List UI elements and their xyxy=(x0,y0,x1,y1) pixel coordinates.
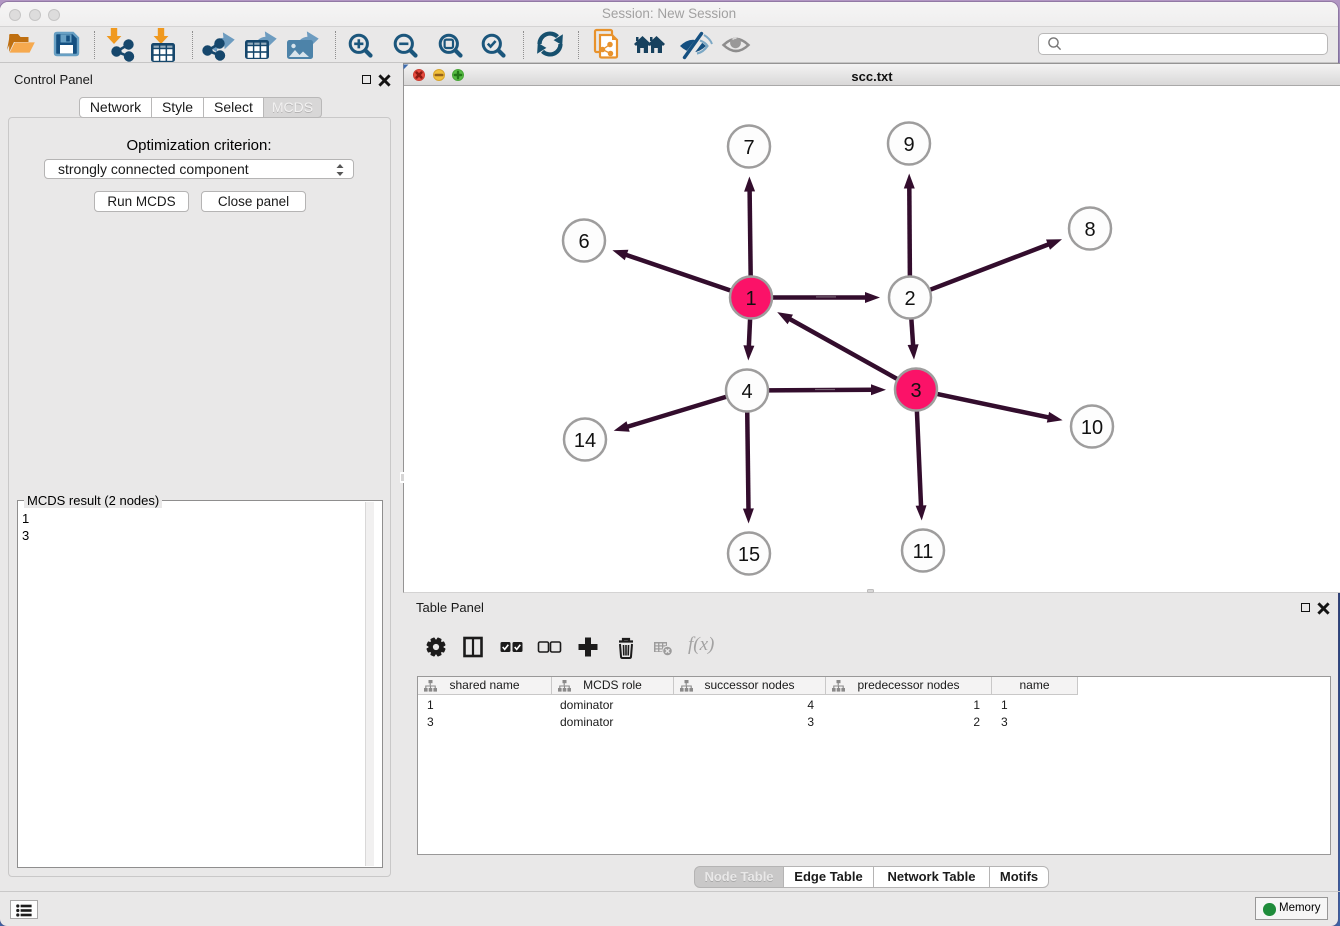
svg-text:6: 6 xyxy=(578,231,589,253)
svg-text:8: 8 xyxy=(1084,219,1095,241)
svg-text:2: 2 xyxy=(904,288,915,310)
svg-text:1: 1 xyxy=(745,288,756,310)
svg-text:11: 11 xyxy=(913,541,934,563)
svg-text:3: 3 xyxy=(910,380,921,402)
svg-text:14: 14 xyxy=(574,430,596,452)
svg-text:4: 4 xyxy=(741,381,752,403)
svg-text:10: 10 xyxy=(1081,417,1103,439)
svg-text:9: 9 xyxy=(903,134,914,156)
svg-text:15: 15 xyxy=(738,544,760,566)
svg-text:7: 7 xyxy=(743,137,754,159)
